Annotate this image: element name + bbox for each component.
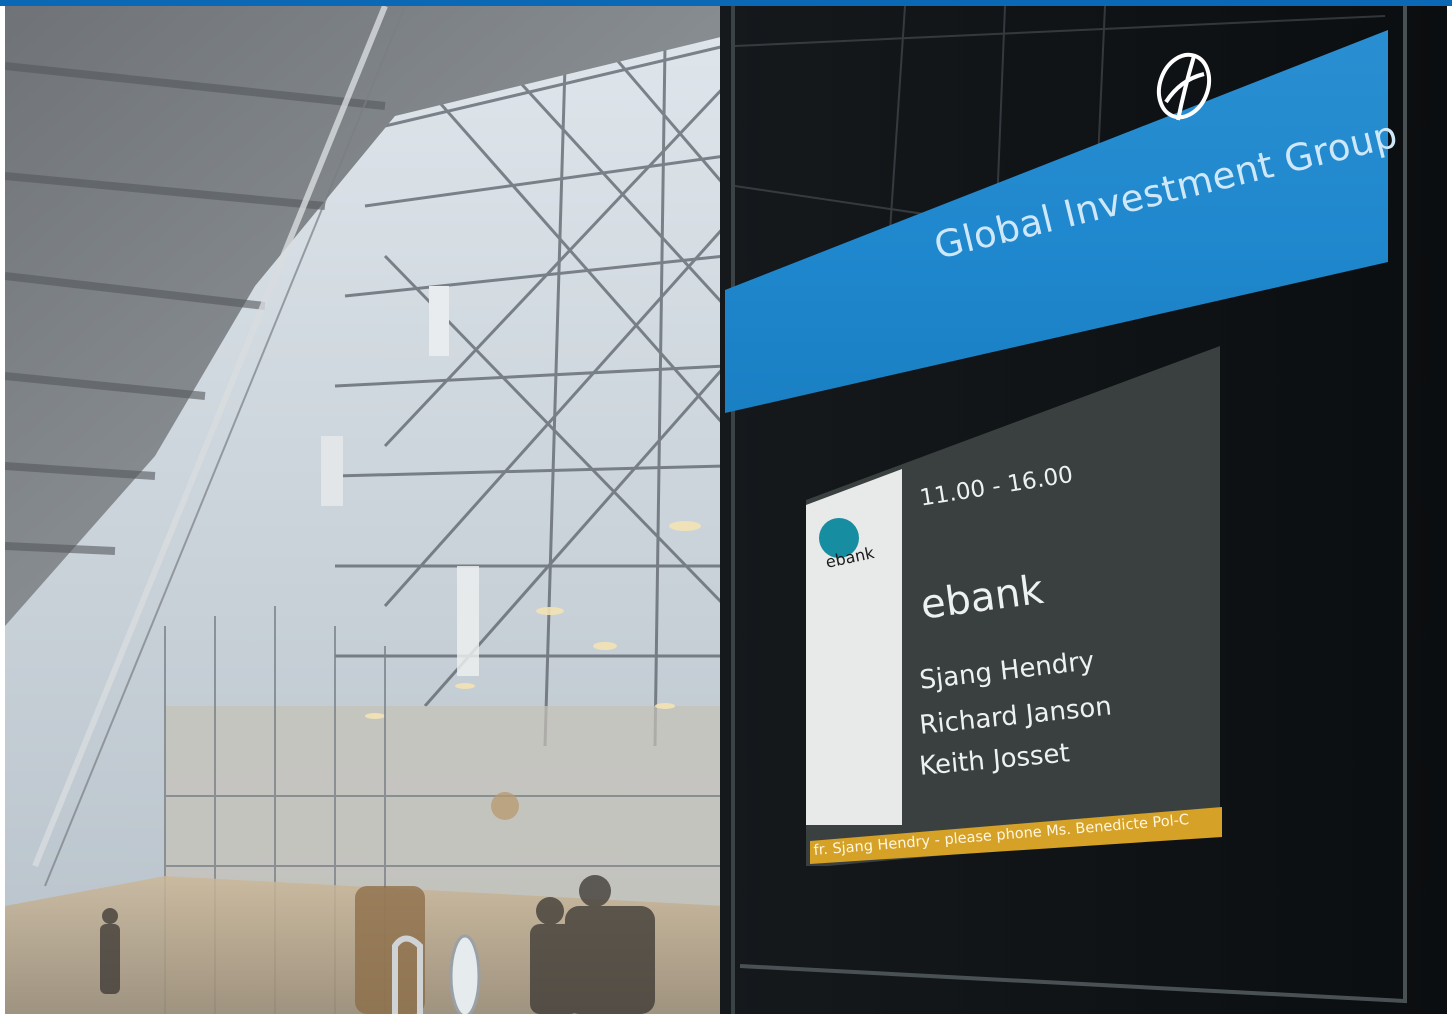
globe-icon <box>1156 52 1212 121</box>
hanging-sign <box>321 436 343 506</box>
door-emblem <box>449 934 481 1014</box>
hanging-sign <box>457 566 479 676</box>
ebank-logo: ebank <box>819 518 877 572</box>
hanging-sign <box>429 286 449 356</box>
